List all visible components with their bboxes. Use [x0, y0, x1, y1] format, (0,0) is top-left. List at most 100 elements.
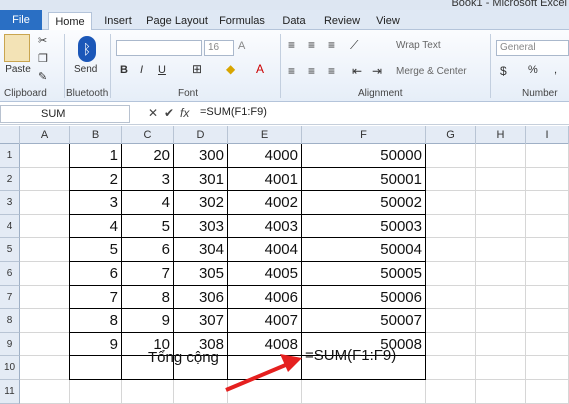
row-header-10[interactable]: 10 — [0, 356, 20, 380]
cell[interactable] — [476, 238, 526, 262]
cell[interactable] — [476, 309, 526, 333]
column-header-h[interactable]: H — [476, 126, 526, 144]
cell[interactable]: 50000 — [302, 144, 426, 168]
row-header-1[interactable]: 1 — [0, 144, 20, 168]
copy-icon[interactable]: ❐ — [38, 52, 48, 65]
percent-button[interactable]: % — [528, 64, 538, 76]
cell[interactable] — [20, 214, 70, 239]
cell[interactable]: 304 — [174, 238, 228, 262]
number-format-box[interactable]: General — [496, 40, 569, 56]
cell[interactable]: 6 — [122, 238, 174, 262]
total-label[interactable]: Tổng cộng — [148, 349, 219, 366]
cell[interactable]: 8 — [122, 285, 174, 310]
align-center-icon[interactable]: ≡ — [308, 64, 315, 78]
tab-insert[interactable]: Insert — [100, 12, 136, 30]
cell[interactable] — [526, 285, 569, 310]
paste-button[interactable]: Paste — [2, 64, 34, 75]
column-header-f[interactable]: F — [302, 126, 426, 144]
cell[interactable]: 4000 — [228, 144, 302, 168]
bold-button[interactable]: B — [120, 64, 128, 76]
cell[interactable]: 4006 — [228, 285, 302, 310]
cell[interactable]: 50002 — [302, 191, 426, 215]
cell[interactable]: 50003 — [302, 214, 426, 239]
cell[interactable] — [426, 285, 476, 310]
cell[interactable]: 4 — [70, 214, 122, 239]
fill-color-icon[interactable]: ◆ — [226, 62, 235, 76]
align-left-icon[interactable]: ≡ — [288, 64, 295, 78]
name-box[interactable]: SUM — [0, 105, 130, 123]
cell[interactable] — [20, 238, 70, 262]
orientation-icon[interactable]: ⟋ — [350, 38, 358, 53]
row-header-4[interactable]: 4 — [0, 214, 20, 239]
cell[interactable]: 305 — [174, 262, 228, 286]
cell[interactable] — [476, 214, 526, 239]
align-bottom-icon[interactable]: ≡ — [328, 38, 335, 52]
align-right-icon[interactable]: ≡ — [328, 64, 335, 78]
align-middle-icon[interactable]: ≡ — [308, 38, 315, 52]
cell[interactable]: 3 — [70, 191, 122, 215]
font-size-box[interactable]: 16 — [204, 40, 234, 56]
cell[interactable] — [476, 144, 526, 168]
cell[interactable]: 4007 — [228, 309, 302, 333]
cell[interactable] — [526, 332, 569, 357]
cell[interactable] — [526, 214, 569, 239]
cell[interactable]: 4004 — [228, 238, 302, 262]
cell[interactable] — [426, 380, 476, 404]
cell[interactable] — [20, 380, 70, 404]
cell[interactable] — [20, 167, 70, 192]
cell[interactable]: 7 — [122, 262, 174, 286]
cell[interactable]: 8 — [70, 309, 122, 333]
cell[interactable] — [426, 309, 476, 333]
format-painter-icon[interactable]: ✎ — [38, 70, 47, 83]
send-button[interactable]: Send — [74, 64, 97, 75]
insert-function-icon[interactable]: fx — [180, 106, 189, 120]
cell[interactable]: 307 — [174, 309, 228, 333]
cell[interactable] — [174, 380, 228, 404]
row-header-3[interactable]: 3 — [0, 191, 20, 215]
cell[interactable]: 9 — [122, 309, 174, 333]
cell[interactable] — [526, 309, 569, 333]
cell[interactable] — [476, 285, 526, 310]
cell[interactable] — [20, 356, 70, 380]
wrap-text-button[interactable]: Wrap Text — [396, 40, 441, 51]
cell[interactable] — [426, 214, 476, 239]
cell[interactable] — [302, 380, 426, 404]
cell[interactable]: 302 — [174, 191, 228, 215]
cell[interactable]: 2 — [70, 167, 122, 192]
row-header-11[interactable]: 11 — [0, 380, 20, 404]
column-header-a[interactable]: A — [20, 126, 70, 144]
column-header-e[interactable]: E — [228, 126, 302, 144]
cell[interactable]: 50001 — [302, 167, 426, 192]
tab-view[interactable]: View — [372, 12, 404, 30]
cell[interactable]: 50007 — [302, 309, 426, 333]
increase-indent-icon[interactable]: ⇥ — [372, 64, 382, 78]
cell[interactable] — [526, 191, 569, 215]
cell[interactable] — [20, 191, 70, 215]
cell[interactable]: 306 — [174, 285, 228, 310]
cell[interactable]: 9 — [70, 332, 122, 357]
underline-button[interactable]: U — [158, 64, 166, 76]
tab-data[interactable]: Data — [278, 12, 310, 30]
row-header-9[interactable]: 9 — [0, 332, 20, 357]
cell[interactable] — [20, 144, 70, 168]
cell[interactable]: 5 — [70, 238, 122, 262]
tab-home[interactable]: Home — [48, 12, 92, 31]
cell[interactable] — [426, 191, 476, 215]
font-name-box[interactable] — [116, 40, 202, 56]
row-header-2[interactable]: 2 — [0, 167, 20, 192]
borders-icon[interactable]: ⊞ — [192, 62, 202, 76]
cancel-icon[interactable]: ✕ — [148, 106, 158, 120]
cell[interactable] — [476, 262, 526, 286]
cell[interactable] — [526, 380, 569, 404]
cell[interactable] — [476, 356, 526, 380]
decrease-indent-icon[interactable]: ⇤ — [352, 64, 362, 78]
cell[interactable] — [526, 356, 569, 380]
tab-file[interactable]: File — [0, 10, 42, 30]
cell[interactable] — [526, 262, 569, 286]
cell[interactable] — [526, 167, 569, 192]
font-color-icon[interactable]: A — [256, 62, 264, 76]
cell[interactable] — [476, 167, 526, 192]
cell[interactable] — [426, 238, 476, 262]
row-header-5[interactable]: 5 — [0, 238, 20, 262]
cell[interactable]: 50006 — [302, 285, 426, 310]
